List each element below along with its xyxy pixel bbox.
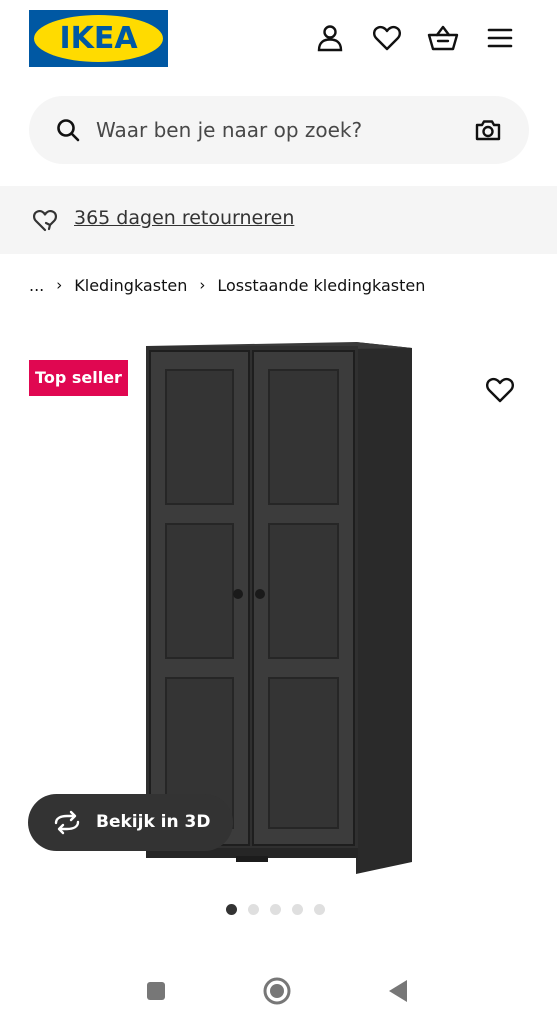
carousel-dot[interactable]	[226, 904, 237, 915]
back-icon[interactable]	[383, 976, 413, 1006]
breadcrumb-ellipsis[interactable]: ...	[29, 276, 44, 295]
rotate-3d-icon	[52, 809, 82, 836]
breadcrumb: ... › Kledingkasten › Losstaande kleding…	[29, 273, 425, 297]
search-icon[interactable]	[55, 117, 81, 143]
favorite-heart-icon[interactable]	[484, 374, 516, 406]
header: IKEA	[0, 0, 557, 80]
heart-icon[interactable]	[371, 22, 403, 54]
search-input[interactable]	[96, 110, 456, 150]
carousel-dot[interactable]	[248, 904, 259, 915]
returns-banner: 365 dagen retourneren	[0, 186, 557, 254]
carousel-dot[interactable]	[314, 904, 325, 915]
menu-icon[interactable]	[484, 22, 516, 54]
chevron-right-icon: ›	[199, 276, 206, 294]
logo-text: IKEA	[59, 21, 138, 56]
system-navigation-bar	[0, 958, 557, 1024]
carousel-dot[interactable]	[270, 904, 281, 915]
basket-icon[interactable]	[427, 22, 459, 54]
returns-link[interactable]: 365 dagen retourneren	[74, 207, 294, 229]
view-3d-label: Bekijk in 3D	[96, 812, 211, 832]
recent-apps-icon[interactable]	[141, 976, 171, 1006]
return-heart-icon	[31, 206, 59, 234]
breadcrumb-item-kledingkasten[interactable]: Kledingkasten	[74, 276, 187, 295]
home-icon[interactable]	[262, 976, 292, 1006]
chevron-right-icon: ›	[56, 276, 63, 294]
breadcrumb-item-losstaande[interactable]: Losstaande kledingkasten	[217, 276, 425, 295]
carousel-indicator	[226, 904, 325, 918]
profile-icon[interactable]	[314, 22, 346, 54]
search-bar[interactable]	[29, 96, 529, 164]
view-3d-button[interactable]: Bekijk in 3D	[28, 794, 233, 851]
top-seller-badge: Top seller	[29, 360, 128, 396]
carousel-dot[interactable]	[292, 904, 303, 915]
ikea-logo[interactable]: IKEA	[29, 10, 168, 67]
camera-icon[interactable]	[475, 117, 501, 143]
